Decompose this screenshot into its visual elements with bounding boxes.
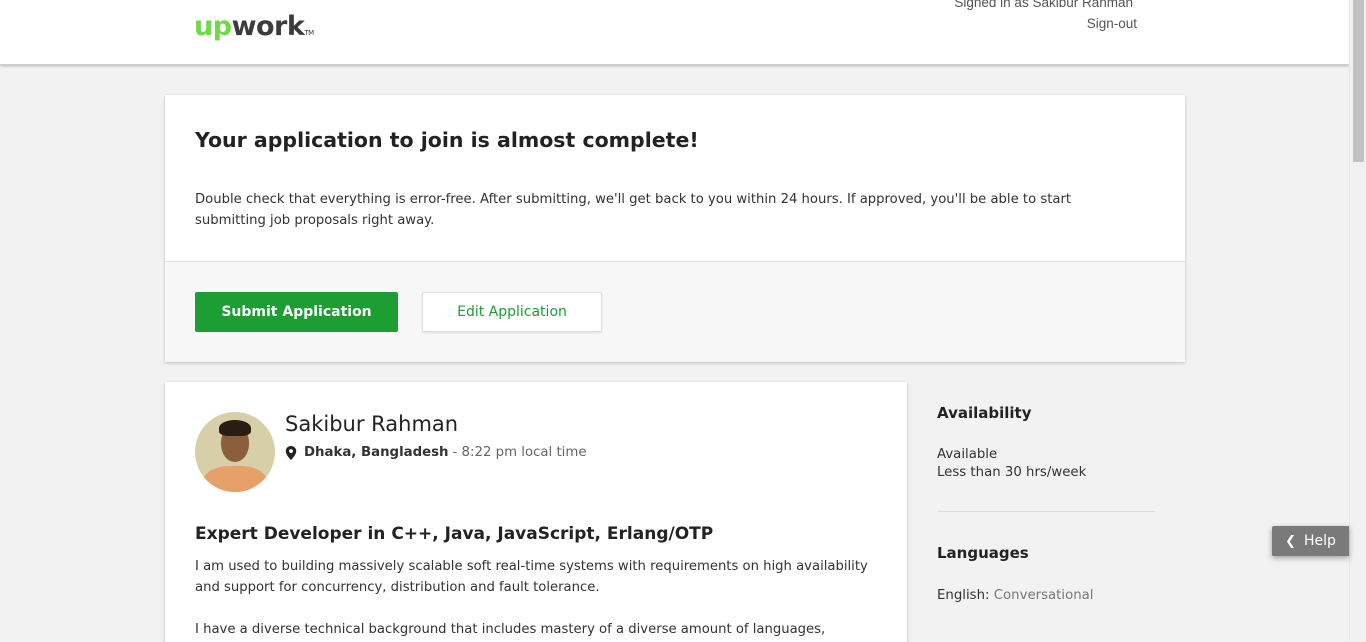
- application-title: Your application to join is almost compl…: [195, 128, 699, 152]
- profile-local-time: - 8:22 pm local time: [452, 445, 587, 460]
- logo-up-text: up: [194, 11, 232, 42]
- profile-title: Expert Developer in C++, Java, JavaScrip…: [195, 524, 714, 544]
- availability-status: Available: [937, 447, 998, 462]
- profile-city: Dhaka, Bangladesh: [304, 445, 449, 460]
- logo-trademark: TM: [304, 29, 314, 37]
- avatar-hair: [219, 420, 251, 436]
- page-scrollbar[interactable]: [1349, 0, 1366, 642]
- profile-card: Sakibur Rahman Dhaka, Bangladesh - 8:22 …: [165, 382, 907, 642]
- signed-in-text: Signed in as Sakibur Rahman: [954, 0, 1133, 10]
- application-card: Your application to join is almost compl…: [165, 95, 1185, 362]
- sidebar-divider: [937, 511, 1155, 512]
- bio-paragraph: I am used to building massively scalable…: [195, 559, 868, 595]
- bio-paragraph: I have a diverse technical background th…: [195, 622, 826, 637]
- availability-values: Available Less than 30 hrs/week: [937, 446, 1157, 482]
- logo-work-text: work: [231, 11, 305, 42]
- profile-bio: I am used to building massively scalable…: [195, 556, 875, 642]
- submit-application-button[interactable]: Submit Application: [195, 292, 398, 332]
- availability-section: Availability Available Less than 30 hrs/…: [937, 404, 1157, 482]
- application-actions: Submit Application Edit Application: [165, 261, 1185, 362]
- language-name: English:: [937, 588, 990, 603]
- application-description: Double check that everything is error-fr…: [195, 192, 1072, 228]
- availability-hours: Less than 30 hrs/week: [937, 465, 1087, 480]
- availability-heading: Availability: [937, 404, 1032, 422]
- avatar: [195, 412, 275, 492]
- avatar-shirt: [203, 466, 267, 492]
- help-button[interactable]: ❮ Help: [1272, 526, 1349, 556]
- top-header: upworkTM Signed in as Sakibur Rahman Sig…: [0, 0, 1349, 65]
- language-level: Conversational: [993, 588, 1094, 603]
- help-label: Help: [1303, 533, 1336, 549]
- languages-heading: Languages: [937, 544, 1029, 562]
- signout-link[interactable]: Sign-out: [1087, 16, 1137, 31]
- map-pin-icon: [285, 445, 297, 460]
- scrollbar-thumb[interactable]: [1353, 0, 1364, 162]
- profile-name: Sakibur Rahman: [285, 412, 459, 436]
- profile-location: Dhaka, Bangladesh - 8:22 pm local time: [285, 445, 587, 460]
- upwork-logo[interactable]: upworkTM: [194, 10, 314, 44]
- edit-application-button[interactable]: Edit Application: [422, 292, 602, 332]
- languages-section: Languages English: Conversational: [937, 544, 1157, 605]
- language-entry: English: Conversational: [937, 587, 1157, 605]
- chevron-left-icon: ❮: [1285, 533, 1296, 549]
